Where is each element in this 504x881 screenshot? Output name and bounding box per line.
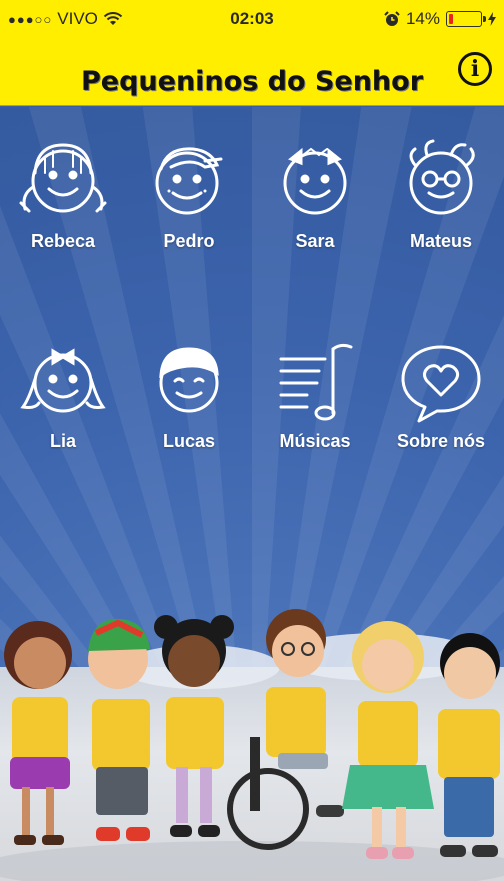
- children-illustration: [0, 609, 504, 881]
- boy-hair-face-icon: [159, 347, 219, 413]
- menu-item-lucas[interactable]: Lucas: [126, 307, 252, 457]
- music-note-icon: [279, 343, 353, 421]
- girl-bow-face-icon: [20, 348, 106, 413]
- menu-item-sara[interactable]: Sara: [252, 107, 378, 257]
- kid-boy-dark-hair: [438, 633, 500, 857]
- kid-girl-pigtails: [154, 615, 234, 837]
- girl-pigtails-face-icon: [19, 143, 107, 213]
- navigation-bar: Pequeninos do Senhor i: [0, 38, 504, 106]
- menu-item-label: Rebeca: [30, 231, 96, 251]
- menu-item-label: Lucas: [162, 431, 216, 451]
- kid-boy-cap: [88, 618, 150, 841]
- status-bar: ●●●○○ VIVO 02:03 14%: [0, 0, 504, 38]
- menu-item-sobre-nos[interactable]: Sobre nós: [378, 307, 504, 457]
- menu-item-label: Mateus: [409, 231, 472, 251]
- menu-item-lia[interactable]: Lia: [0, 307, 126, 457]
- menu-item-rebeca[interactable]: Rebeca: [0, 107, 126, 257]
- menu-item-mateus[interactable]: Mateus: [378, 107, 504, 257]
- battery-icon: [446, 11, 486, 27]
- menu-item-label: Pedro: [163, 231, 215, 251]
- kid-girl-blonde: [342, 621, 434, 859]
- boy-glasses-face-icon: [409, 139, 475, 215]
- menu-item-label: Sara: [295, 231, 335, 251]
- menu-item-label: Sobre nós: [396, 431, 485, 451]
- menu-item-pedro[interactable]: Pedro: [126, 107, 252, 257]
- menu-item-musicas[interactable]: Músicas: [252, 307, 378, 457]
- app-title: Pequeninos do Senhor: [80, 66, 424, 97]
- battery-level: [449, 14, 454, 24]
- info-icon: i: [470, 56, 480, 82]
- info-button[interactable]: i: [458, 52, 492, 86]
- heart-speech-bubble-icon: [401, 345, 481, 423]
- girl-bows-face-icon: [283, 147, 347, 215]
- menu-item-label: Músicas: [279, 431, 351, 451]
- main-menu: Rebeca Pedro Sara Mateus Lia Lucas Músic…: [0, 107, 504, 881]
- kid-girl-purple: [4, 621, 72, 845]
- battery-percent: 14%: [405, 9, 440, 28]
- alarm-clock-icon: [384, 11, 400, 26]
- boy-cap-face-icon: [155, 147, 223, 215]
- menu-item-label: Lia: [49, 431, 76, 451]
- status-right: 14%: [384, 9, 496, 29]
- charging-bolt-icon: [488, 12, 496, 26]
